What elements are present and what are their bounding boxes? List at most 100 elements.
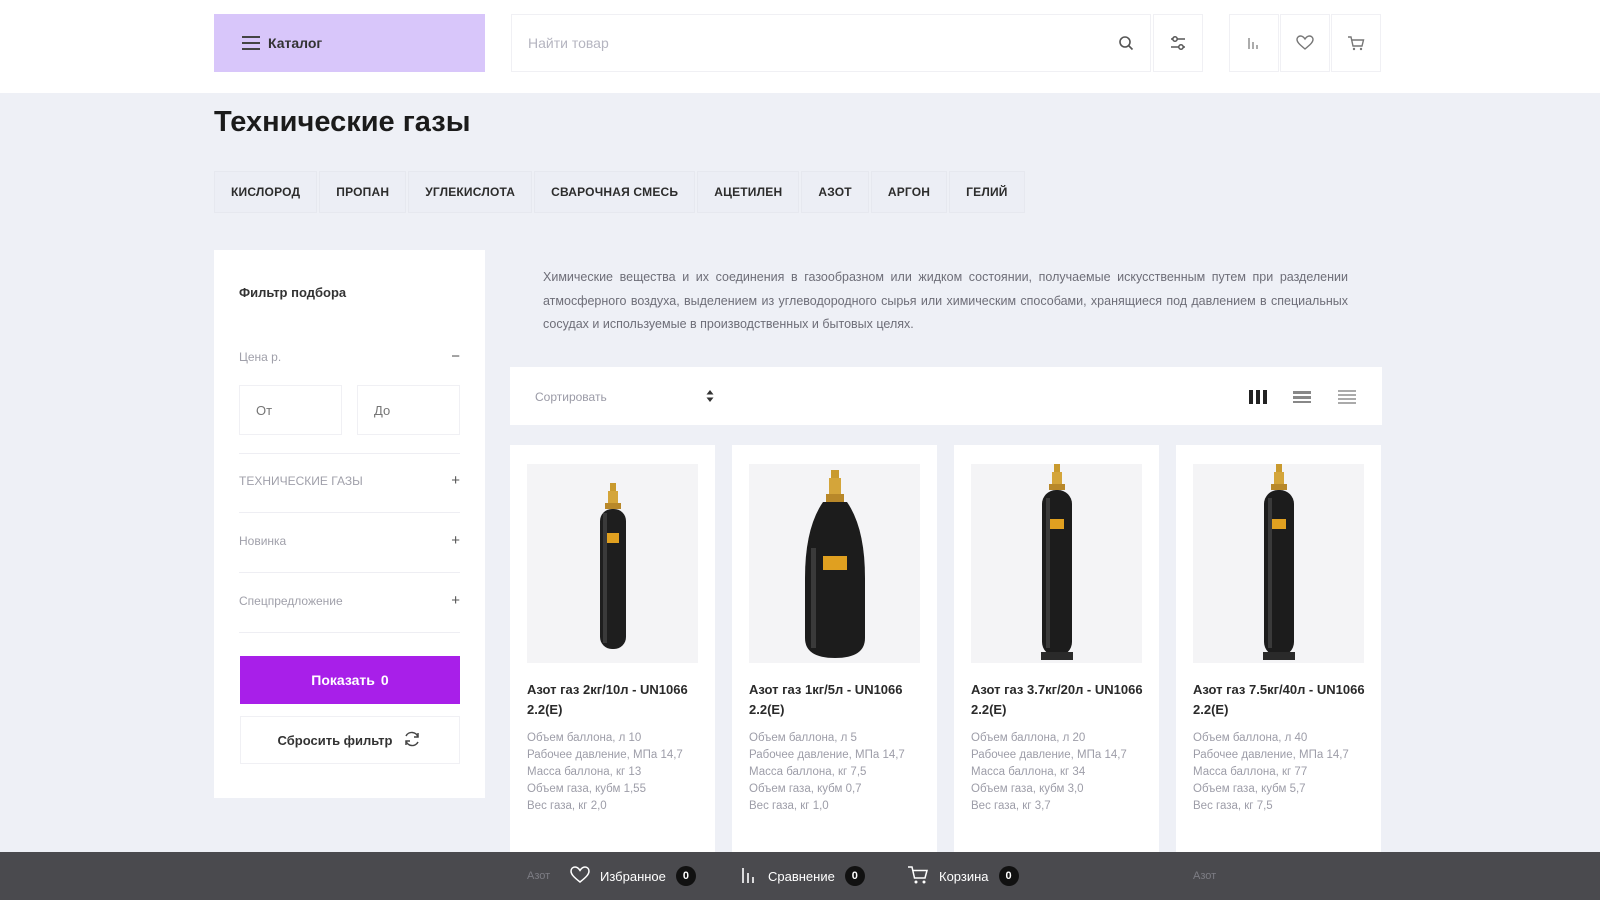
search-input[interactable] bbox=[512, 15, 1102, 71]
gas-cylinder-icon bbox=[1040, 464, 1073, 660]
list-view-icon[interactable] bbox=[1291, 386, 1313, 408]
product-prop: Масса баллона, кг 77 bbox=[1193, 766, 1308, 778]
product-card[interactable]: Азот газ 3.7кг/20л - UN1066 2.2(E) Объем… bbox=[954, 445, 1159, 865]
price-from-input[interactable] bbox=[239, 385, 342, 435]
tag-helium[interactable]: ГЕЛИЙ bbox=[949, 171, 1025, 213]
search-box bbox=[511, 14, 1151, 72]
product-name[interactable]: Азот газ 7.5кг/40л - UN1066 2.2(E) bbox=[1193, 680, 1368, 720]
tag-nitrogen[interactable]: АЗОТ bbox=[801, 171, 869, 213]
divider bbox=[239, 572, 460, 573]
bottom-compare[interactable]: Сравнение 0 bbox=[740, 852, 865, 900]
product-prop: Объем баллона, л 20 bbox=[971, 732, 1086, 744]
bottom-cart[interactable]: Корзина 0 bbox=[907, 852, 1019, 900]
favorites-count: 0 bbox=[675, 866, 696, 886]
divider bbox=[239, 632, 460, 633]
product-prop: Вес газа, кг 7,5 bbox=[1193, 800, 1273, 812]
tag-co2[interactable]: УГЛЕКИСЛОТА bbox=[408, 171, 533, 213]
filter-section-new[interactable]: Новинка + bbox=[239, 532, 460, 549]
price-section-header[interactable]: Цена р. − bbox=[239, 348, 460, 365]
product-prop: Вес газа, кг 3,7 bbox=[971, 800, 1051, 812]
catalog-button[interactable]: Каталог bbox=[214, 14, 485, 72]
tag-oxygen[interactable]: КИСЛОРОД bbox=[214, 171, 318, 213]
product-name[interactable]: Азот газ 2кг/10л - UN1066 2.2(E) bbox=[527, 680, 702, 720]
product-prop: Объем газа, кубм 0,7 bbox=[749, 783, 862, 795]
filter-title: Фильтр подбора bbox=[239, 285, 347, 300]
product-name[interactable]: Азот газ 1кг/5л - UN1066 2.2(E) bbox=[749, 680, 924, 720]
product-prop: Масса баллона, кг 7,5 bbox=[749, 766, 867, 778]
filter-section-special[interactable]: Спецпредложение + bbox=[239, 592, 460, 609]
product-image[interactable] bbox=[971, 464, 1142, 663]
product-prop: Масса баллона, кг 13 bbox=[527, 766, 642, 778]
divider bbox=[239, 453, 460, 454]
site-header: Каталог bbox=[0, 0, 1600, 93]
cart-count: 0 bbox=[998, 866, 1019, 886]
menu-icon bbox=[242, 36, 260, 50]
product-image[interactable] bbox=[1193, 464, 1364, 663]
gas-cylinder-icon bbox=[804, 470, 865, 658]
product-card[interactable]: Азот газ 1кг/5л - UN1066 2.2(E) Объем ба… bbox=[732, 445, 937, 865]
tag-welding-mix[interactable]: СВАРОЧНАЯ СМЕСЬ bbox=[534, 171, 696, 213]
refresh-icon bbox=[402, 729, 422, 752]
show-label: Показать bbox=[311, 672, 375, 688]
product-prop: Объем баллона, л 10 bbox=[527, 732, 642, 744]
compare-label: Сравнение bbox=[768, 868, 835, 884]
favorites-label: Избранное bbox=[600, 868, 666, 884]
reset-filter-button[interactable]: Сбросить фильтр bbox=[240, 716, 460, 764]
product-prop: Вес газа, кг 1,0 bbox=[749, 800, 829, 812]
price-to-input[interactable] bbox=[357, 385, 460, 435]
filter-section-label: Новинка bbox=[239, 533, 287, 548]
compare-count: 0 bbox=[844, 866, 865, 886]
sort-label: Сортировать bbox=[535, 390, 607, 404]
filter-panel: Фильтр подбора Цена р. − ТЕХНИЧЕСКИЕ ГАЗ… bbox=[214, 250, 485, 798]
table-view-icon[interactable] bbox=[1336, 386, 1358, 408]
show-results-button[interactable]: Показать 0 bbox=[240, 656, 460, 704]
product-prop: Вес газа, кг 2,0 bbox=[527, 800, 607, 812]
price-label: Цена р. bbox=[239, 349, 282, 364]
filter-settings-icon[interactable] bbox=[1153, 14, 1203, 72]
product-card[interactable]: Азот газ 2кг/10л - UN1066 2.2(E) Объем б… bbox=[510, 445, 715, 865]
bottom-favorites[interactable]: Избранное 0 bbox=[570, 852, 696, 900]
divider bbox=[239, 512, 460, 513]
tag-argon[interactable]: АРГОН bbox=[870, 171, 948, 213]
expand-icon[interactable]: + bbox=[451, 592, 460, 609]
product-properties: Объем баллона, л 40 Рабочее давление, МП… bbox=[1193, 730, 1353, 815]
product-name[interactable]: Азот газ 3.7кг/20л - UN1066 2.2(E) bbox=[971, 680, 1146, 720]
category-description: Химические вещества и их соединения в га… bbox=[543, 270, 1348, 331]
heart-icon[interactable] bbox=[1280, 14, 1330, 72]
product-card[interactable]: Азот газ 7.5кг/40л - UN1066 2.2(E) Объем… bbox=[1176, 445, 1381, 865]
sort-select[interactable]: Сортировать bbox=[535, 386, 715, 408]
product-prop: Объем газа, кубм 1,55 bbox=[527, 783, 646, 795]
tag-propane[interactable]: ПРОПАН bbox=[319, 171, 407, 213]
background-text: Азот bbox=[1193, 870, 1217, 882]
expand-icon[interactable]: + bbox=[451, 532, 460, 549]
product-image[interactable] bbox=[749, 464, 920, 663]
expand-icon[interactable]: + bbox=[451, 472, 460, 489]
background-text: Азот bbox=[527, 870, 551, 882]
gas-cylinder-icon bbox=[1262, 464, 1295, 660]
product-prop: Рабочее давление, МПа 14,7 bbox=[527, 749, 683, 761]
product-prop: Объем баллона, л 5 bbox=[749, 732, 857, 744]
compare-icon[interactable] bbox=[1229, 14, 1279, 72]
product-prop: Рабочее давление, МПа 14,7 bbox=[749, 749, 905, 761]
collapse-icon[interactable]: − bbox=[451, 348, 460, 365]
gas-cylinder-icon bbox=[599, 483, 626, 649]
product-prop: Объем газа, кубм 5,7 bbox=[1193, 783, 1306, 795]
page-title: Технические газы bbox=[214, 106, 471, 138]
product-prop: Рабочее давление, МПа 14,7 bbox=[1193, 749, 1349, 761]
tag-acetylene[interactable]: АЦЕТИЛЕН bbox=[697, 171, 800, 213]
sort-bar: Сортировать bbox=[510, 367, 1382, 425]
filter-section-tech-gases[interactable]: ТЕХНИЧЕСКИЕ ГАЗЫ + bbox=[239, 472, 460, 489]
product-image[interactable] bbox=[527, 464, 698, 663]
cart-icon bbox=[907, 865, 929, 888]
show-count: 0 bbox=[380, 672, 389, 688]
sort-arrows-icon bbox=[705, 389, 715, 406]
product-properties: Объем баллона, л 20 Рабочее давление, МП… bbox=[971, 730, 1131, 815]
reset-label: Сбросить фильтр bbox=[277, 732, 393, 748]
grid-view-icon[interactable] bbox=[1247, 386, 1269, 408]
product-prop: Объем баллона, л 40 bbox=[1193, 732, 1308, 744]
cart-icon[interactable] bbox=[1331, 14, 1381, 72]
product-prop: Рабочее давление, МПа 14,7 bbox=[971, 749, 1127, 761]
search-icon[interactable] bbox=[1102, 15, 1150, 71]
bottom-bar: Азот Азот Избранное 0 Сравнение 0 Корзин… bbox=[0, 852, 1600, 900]
product-prop: Объем газа, кубм 3,0 bbox=[971, 783, 1084, 795]
